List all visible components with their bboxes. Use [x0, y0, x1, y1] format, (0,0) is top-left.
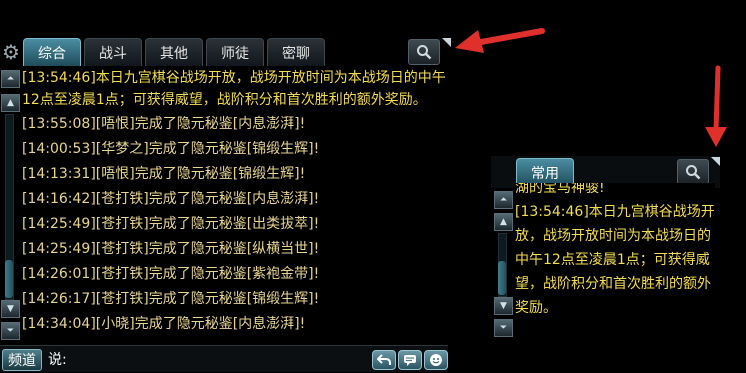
tab-common[interactable]: 常用: [516, 158, 574, 186]
chat-input[interactable]: [80, 349, 370, 369]
red-arrow-vertical: [705, 65, 727, 147]
tab-comprehensive[interactable]: 综合: [23, 38, 81, 66]
tab-master-apprentice[interactable]: 师徒: [206, 38, 264, 66]
scroll-down-icon[interactable]: ▼: [494, 297, 513, 315]
say-prefix: 说:: [48, 352, 67, 368]
tab-combat[interactable]: 战斗: [84, 38, 142, 66]
mini-resize-corner[interactable]: [711, 157, 720, 166]
system-message: [13:54:46]本日九宫棋谷战场开放，战场开放时间为本战场日的中午12点至凌…: [22, 70, 446, 108]
chat-line: [14:16:42][苍打铁]完成了隐元秘鉴[内息澎湃]!: [22, 191, 320, 207]
scroll-top-icon[interactable]: ⏶: [1, 70, 20, 88]
scroll-thumb[interactable]: [5, 260, 13, 298]
tab-private-chat[interactable]: 密聊: [267, 38, 325, 66]
chat-line: [14:34:04][小晓]完成了隐元秘鉴[内息澎湃]!: [22, 316, 306, 332]
mini-chat-messages: 湖的宝马神骏! [13:54:46]本日九宫棋谷战场开放，战场开放时间为本战场日…: [515, 183, 715, 345]
scroll-bottom-icon[interactable]: ⏷: [1, 322, 20, 340]
scroll-up-icon[interactable]: ▲: [494, 213, 513, 231]
search-button[interactable]: [408, 39, 440, 65]
scroll-top-icon[interactable]: ⏶: [494, 191, 513, 209]
scroll-thumb[interactable]: [498, 261, 506, 295]
partial-message: 湖的宝马神骏!: [515, 183, 605, 196]
mini-search-button[interactable]: [677, 159, 709, 185]
chat-bubble-icon[interactable]: [398, 350, 422, 370]
tab-other[interactable]: 其他: [145, 38, 203, 66]
red-arrow-horizontal: [455, 28, 545, 53]
main-chat-messages: [13:54:46]本日九宫棋谷战场开放，战场开放时间为本战场日的中午12点至凌…: [22, 67, 450, 345]
scroll-down-icon[interactable]: ▼: [1, 300, 20, 318]
search-icon: [417, 45, 432, 60]
scroll-bottom-icon[interactable]: ⏷: [494, 319, 513, 337]
resize-corner[interactable]: [442, 38, 451, 47]
scroll-up-icon[interactable]: ▲: [1, 94, 20, 112]
chat-line: [14:00:53][华梦之]完成了隐元秘鉴[锦缎生辉]!: [22, 141, 320, 157]
main-chat-tabbar: 综合 战斗 其他 师徒 密聊: [23, 38, 325, 67]
chat-line: [14:25:49][苍打铁]完成了隐元秘鉴[出类拔萃]!: [22, 216, 320, 232]
channel-button[interactable]: 频道: [2, 349, 42, 371]
main-chat-scrollbar[interactable]: ⏶ ▲ ▼ ⏷: [0, 70, 20, 340]
reply-icon[interactable]: [372, 350, 396, 370]
chat-line: [14:25:49][苍打铁]完成了隐元秘鉴[纵横当世]!: [22, 241, 320, 257]
mini-chat-scrollbar[interactable]: ⏶ ▲ ▼ ⏷: [493, 191, 513, 341]
chat-line: [14:13:31][唔恨]完成了隐元秘鉴[锦缎生辉]!: [22, 166, 306, 182]
chat-line: [14:26:01][苍打铁]完成了隐元秘鉴[紫袍金带]!: [22, 266, 320, 282]
system-message: [13:54:46]本日九宫棋谷战场开放，战场开放时间为本战场日的中午12点至凌…: [515, 204, 715, 316]
gear-icon[interactable]: ⚙: [0, 40, 22, 64]
chat-line: [13:55:08][唔恨]完成了隐元秘鉴[内息澎湃]!: [22, 116, 306, 132]
chat-input-bar: 频道 说:: [0, 345, 448, 372]
search-icon: [686, 165, 701, 180]
emoji-icon[interactable]: [424, 350, 448, 370]
chat-line: [14:26:17][苍打铁]完成了隐元秘鉴[锦缎生辉]!: [22, 291, 320, 307]
